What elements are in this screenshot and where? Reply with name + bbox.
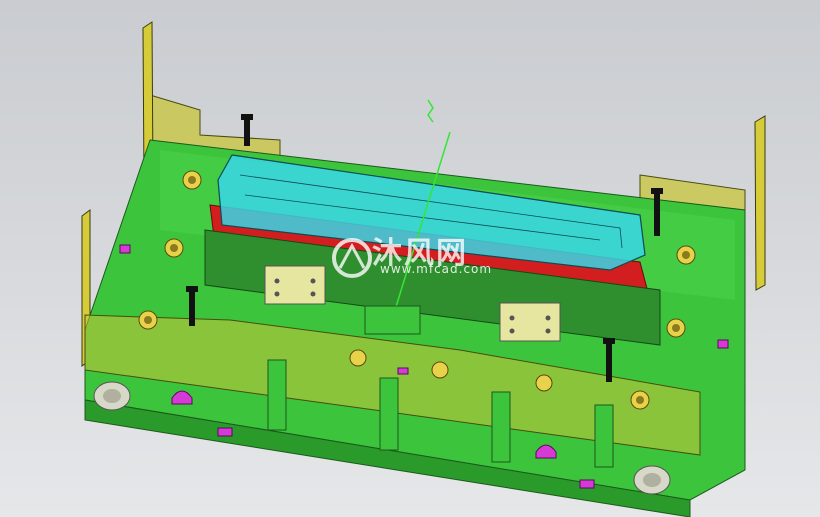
watermark-url: www.mfcad.com <box>380 262 493 276</box>
cad-viewport[interactable]: 沐风网 www.mfcad.com <box>0 0 820 517</box>
bushing-icon <box>349 349 367 367</box>
bushing-icon <box>164 238 184 258</box>
axis-symbol <box>427 99 434 123</box>
bushing-icon <box>138 310 158 330</box>
clamp-block-right <box>499 302 561 342</box>
bushing-icon <box>666 318 686 338</box>
bushing-icon <box>676 245 696 265</box>
bushing-icon <box>182 170 202 190</box>
rail-back-right <box>754 115 766 291</box>
center-block <box>364 305 421 335</box>
bushing-icon <box>535 374 553 392</box>
bushing-icon <box>431 361 449 379</box>
clamp-block-left <box>264 265 326 305</box>
bushing-icon <box>630 390 650 410</box>
guide-pin-icon <box>93 381 131 411</box>
guide-pin-icon <box>633 465 671 495</box>
